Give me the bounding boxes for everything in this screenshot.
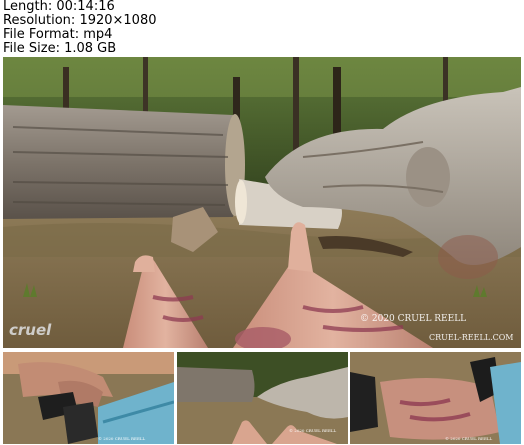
watermark-logo: cruel [9, 321, 52, 339]
thumbnail-2: © 2020 CRUEL REELL [177, 352, 348, 444]
file-format-text: File Format: mp4 [3, 27, 113, 42]
thumbnail-1: © 2020 CRUEL REELL [3, 352, 174, 444]
thumbnail-2-scene: © 2020 CRUEL REELL [177, 352, 348, 444]
thumbnail-3-scene: © 2020 CRUEL REELL [350, 352, 521, 444]
resolution-text: Resolution: 1920×1080 [3, 13, 157, 28]
thumbnail-3: © 2020 CRUEL REELL [350, 352, 521, 444]
copyright-watermark: © 2020 CRUEL REELL [360, 314, 466, 324]
main-video-frame: cruel © 2020 CRUEL REELL CRUEL-REELL.COM [3, 57, 521, 348]
thumbnail-2-watermark: © 2020 CRUEL REELL [289, 428, 337, 433]
file-info-block: Length: 00:14:16 Resolution: 1920×1080 F… [3, 0, 303, 56]
thumbnail-1-scene: © 2020 CRUEL REELL [3, 352, 174, 444]
main-frame-scene: cruel © 2020 CRUEL REELL CRUEL-REELL.COM [3, 57, 521, 348]
file-size-text: File Size: 1.08 GB [3, 41, 117, 56]
length-text: Length: 00:14:16 [3, 0, 115, 14]
site-watermark: CRUEL-REELL.COM [429, 333, 513, 342]
thumbnail-3-watermark: © 2020 CRUEL REELL [445, 436, 493, 441]
thumbnail-1-watermark: © 2020 CRUEL REELL [98, 436, 146, 441]
